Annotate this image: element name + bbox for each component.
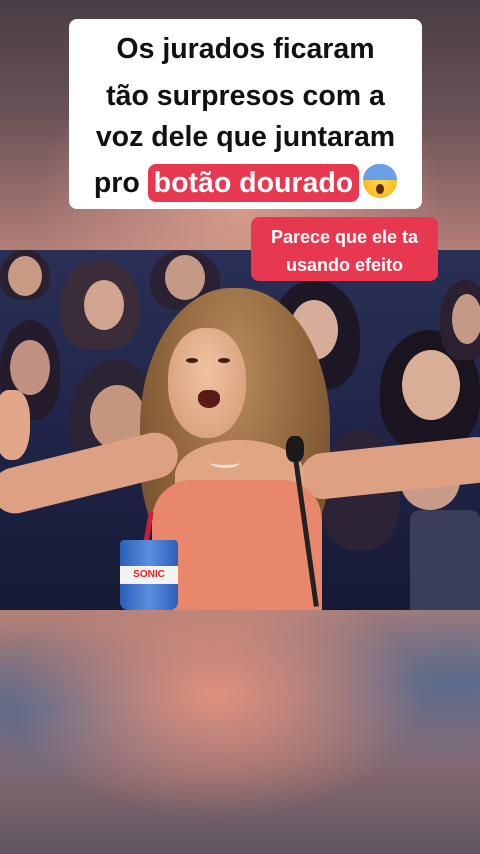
caption-highlight: botão dourado <box>147 164 360 202</box>
microphone-icon <box>286 436 304 462</box>
judge-left-hand <box>0 390 30 460</box>
crowd-face <box>8 256 42 296</box>
judge-necklace <box>210 457 240 468</box>
crowd-face <box>452 294 480 344</box>
judge-face <box>168 328 246 438</box>
judge-eye-right <box>218 358 230 363</box>
side-note-line-1: Parece que ele ta <box>270 227 419 247</box>
caption-line-1: Os jurados ficaram <box>116 33 375 65</box>
judge-desk-chair <box>410 510 480 610</box>
caption-line-4: pro botão dourado <box>69 164 422 202</box>
blurred-background-bottom <box>0 610 480 854</box>
sonic-cup: SONIC <box>120 540 178 610</box>
side-note: Parece que ele ta usando efeito <box>251 217 438 281</box>
judge-mouth <box>198 390 220 408</box>
caption-line-2: tão surpresos com a <box>106 80 385 112</box>
crowd-face <box>402 350 460 420</box>
judge-eye-left <box>186 358 198 363</box>
video-frame[interactable]: SONIC <box>0 250 480 610</box>
caption-line-3: voz dele que juntaram <box>95 121 396 153</box>
crowd-face <box>165 255 205 300</box>
scream-emoji-icon <box>363 164 398 199</box>
side-note-line-2: usando efeito <box>285 255 403 275</box>
caption-line-4-prefix: pro <box>93 167 140 199</box>
crowd-face <box>84 280 124 330</box>
crowd-face <box>10 340 50 395</box>
cup-label: SONIC <box>120 566 178 584</box>
